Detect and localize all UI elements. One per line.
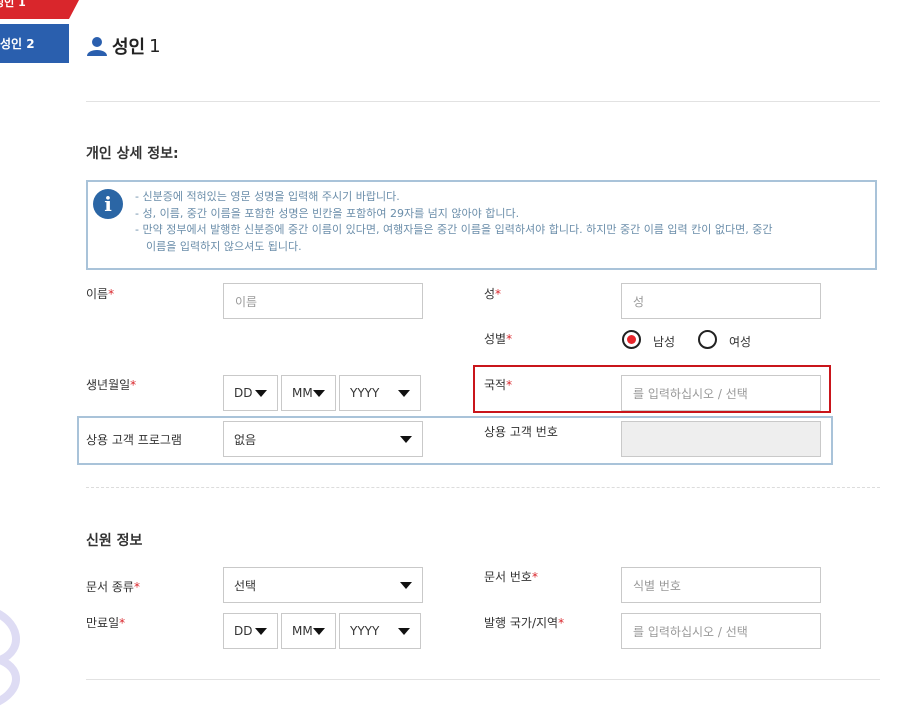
issuing-country-label: 발행 국가/지역* <box>484 616 565 630</box>
ffp-label: 상용 고객 프로그램 <box>86 433 182 447</box>
last-name-input[interactable]: 성 <box>621 283 821 319</box>
chevron-down-icon <box>400 435 412 443</box>
doc-type-label: 문서 종류* <box>86 580 140 594</box>
chevron-down-icon <box>313 627 325 635</box>
expiry-year-value: YYYY <box>350 624 380 638</box>
info-line-4: 이름을 입력하지 않으셔도 됩니다. <box>146 239 302 253</box>
info-line-1: - 신분증에 적혀있는 영문 성명을 입력해 주시기 바랍니다. <box>135 190 400 203</box>
expiry-month-select[interactable]: MM <box>281 613 336 649</box>
info-lines: - 신분증에 적혀있는 영문 성명을 입력해 주시기 바랍니다. - 성, 이름… <box>135 189 873 255</box>
gender-label: 성별* <box>484 332 513 346</box>
expiry-label: 만료일* <box>86 616 126 630</box>
tab-adult-2-label: 성인 2 <box>0 37 35 51</box>
gender-female-label[interactable]: 여성 <box>729 333 751 350</box>
info-line-3: - 만약 정부에서 발행한 신분증에 중간 이름이 있다면, 여행자들은 중간 … <box>135 223 773 236</box>
doc-number-input[interactable]: 식별 번호 <box>621 567 821 603</box>
divider <box>86 679 880 680</box>
last-name-label: 성* <box>484 287 502 301</box>
tab-adult-2[interactable]: 성인 2 <box>0 24 69 63</box>
doc-number-label: 문서 번호* <box>484 570 538 584</box>
gender-male-label[interactable]: 남성 <box>653 333 675 350</box>
info-icon: i <box>93 189 123 219</box>
divider <box>86 101 880 102</box>
gender-male-radio[interactable] <box>622 330 641 349</box>
expiry-month-value: MM <box>292 624 313 638</box>
nationality-input[interactable]: 를 입력하십시오 / 선택 <box>621 375 821 411</box>
ffp-value: 없음 <box>234 432 257 447</box>
page-title-number: 1 <box>149 35 161 57</box>
identity-section-title: 신원 정보 <box>86 533 143 549</box>
ffp-select[interactable]: 없음 <box>223 421 423 457</box>
expiry-day-select[interactable]: DD <box>223 613 278 649</box>
ffp-number-label: 상용 고객 번호 <box>484 425 558 439</box>
chevron-down-icon <box>398 627 410 635</box>
tab-adult-1-label: 성인 1 <box>0 0 26 9</box>
doc-type-value: 선택 <box>234 578 257 593</box>
tab-adult-1-pointer <box>69 0 79 19</box>
expiry-day-value: DD <box>234 624 253 638</box>
first-name-input[interactable]: 이름 <box>223 283 423 319</box>
dob-month-select[interactable]: MM <box>281 375 336 411</box>
dob-year-select[interactable]: YYYY <box>339 375 421 411</box>
chevron-down-icon <box>255 389 267 397</box>
dob-label: 생년월일* <box>86 378 137 392</box>
chevron-down-icon <box>398 389 410 397</box>
issuing-country-input[interactable]: 를 입력하십시오 / 선택 <box>621 613 821 649</box>
first-name-label: 이름* <box>86 287 115 301</box>
watermark-logo-icon <box>0 610 20 705</box>
dob-day-select[interactable]: DD <box>223 375 278 411</box>
info-line-2: - 성, 이름, 중간 이름을 포함한 성명은 빈칸을 포함하여 29자를 넘지… <box>135 206 520 220</box>
chevron-down-icon <box>313 389 325 397</box>
person-icon <box>87 37 107 56</box>
doc-type-select[interactable]: 선택 <box>223 567 423 603</box>
chevron-down-icon <box>400 581 412 589</box>
chevron-down-icon <box>255 627 267 635</box>
personal-section-title: 개인 상세 정보: <box>86 146 179 162</box>
dob-day-value: DD <box>234 386 253 400</box>
tab-adult-1[interactable]: 성인 1 <box>0 0 69 19</box>
dob-year-value: YYYY <box>350 386 380 400</box>
ffp-number-input[interactable] <box>621 421 821 457</box>
dob-month-value: MM <box>292 386 313 400</box>
page-title-text: 성인 <box>112 37 146 58</box>
page-title: 성인 1 <box>86 33 161 59</box>
divider <box>86 487 880 488</box>
expiry-year-select[interactable]: YYYY <box>339 613 421 649</box>
gender-female-radio[interactable] <box>698 330 717 349</box>
nationality-label: 국적* <box>484 378 513 392</box>
